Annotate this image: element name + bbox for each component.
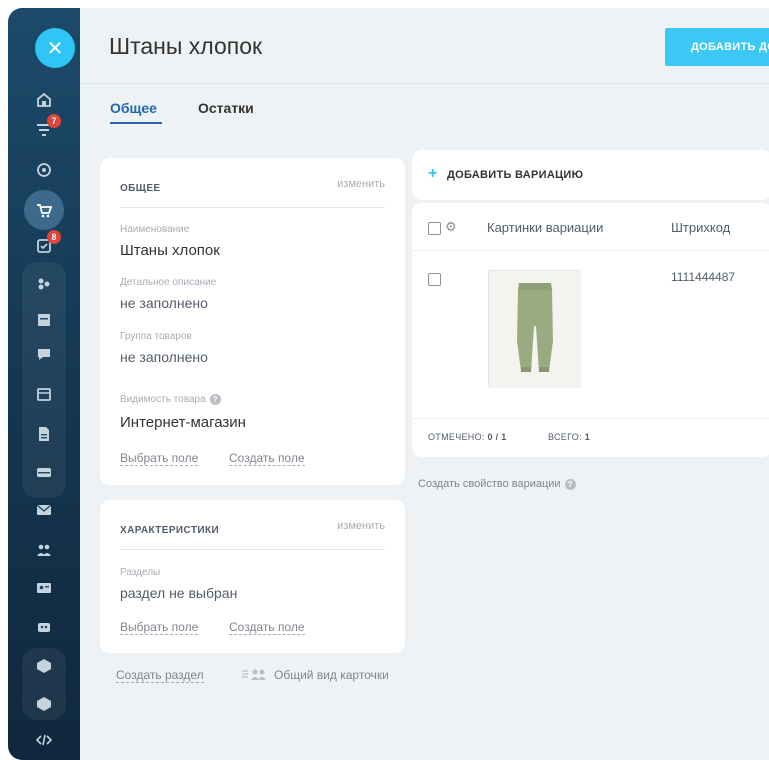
description-value: не заполнено [120, 295, 208, 311]
barcode-value: 1111444487 [671, 270, 736, 284]
tab-stock[interactable]: Остатки [198, 100, 254, 116]
row-checkbox[interactable] [428, 273, 441, 286]
target-icon[interactable] [26, 158, 62, 182]
tasks-badge: 8 [47, 230, 61, 244]
close-button[interactable]: ✕ [35, 28, 75, 68]
box-icon[interactable] [26, 654, 62, 678]
visibility-value: Интернет-магазин [120, 414, 246, 431]
mail-icon[interactable] [26, 498, 62, 522]
box-icon-2[interactable] [26, 692, 62, 716]
card-view-link[interactable]: Общий вид карточки [242, 668, 389, 682]
crm-icon[interactable] [26, 272, 62, 296]
employees-icon[interactable] [26, 538, 62, 562]
page-title: Штаны хлопок [109, 33, 263, 59]
chat-icon[interactable] [26, 342, 62, 366]
general-edit-link[interactable]: изменить [337, 178, 385, 190]
table-footer-divider [412, 418, 769, 419]
select-all-checkbox[interactable] [428, 222, 441, 235]
features-edit-link[interactable]: изменить [337, 520, 385, 532]
name-label: Наименование [120, 224, 190, 235]
robot-icon[interactable] [26, 614, 62, 638]
filter-badge: 7 [47, 114, 61, 128]
description-label: Детальное описание [120, 277, 217, 288]
add-variation-label: ДОБАВИТЬ ВАРИАЦИЮ [447, 169, 584, 181]
column-images: Картинки вариации [487, 220, 604, 235]
tab-general[interactable]: Общее [110, 100, 157, 116]
general-card: ОБЩЕЕ изменить Наименование Штаны хлопок… [100, 158, 405, 485]
home-icon[interactable] [26, 88, 62, 112]
page-header: Штаны хлопок ДОБАВИТЬ ДОВАР [80, 8, 769, 84]
features-card-header: ХАРАКТЕРИСТИКИ изменить [120, 520, 385, 550]
select-field-link-2[interactable]: Выбрать поле [120, 620, 199, 635]
checked-counter: ОТМЕЧЕНО: 0 / 1 [428, 432, 507, 442]
features-card: ХАРАКТЕРИСТИКИ изменить Разделы раздел н… [100, 500, 405, 653]
features-card-title: ХАРАКТЕРИСТИКИ [120, 525, 220, 536]
create-property-label: Создать свойство вариации [418, 478, 561, 490]
help-icon[interactable]: ? [209, 394, 221, 405]
calendar-icon[interactable] [26, 382, 62, 406]
visibility-label: Видимость товара? [120, 394, 221, 405]
general-card-title: ОБЩЕЕ [120, 183, 161, 194]
card-view-icon [242, 669, 266, 680]
create-field-link[interactable]: Создать поле [229, 451, 305, 466]
help-icon-2[interactable]: ? [564, 478, 576, 490]
product-group-label: Группа товаров [120, 331, 192, 342]
product-group-value: не заполнено [120, 349, 208, 365]
plus-icon: + [428, 165, 438, 182]
total-counter: ВСЕГО: 1 [548, 432, 591, 442]
card-view-label: Общий вид карточки [274, 668, 389, 682]
cart-icon[interactable] [26, 198, 62, 222]
document-icon[interactable] [26, 308, 62, 332]
general-card-header: ОБЩЕЕ изменить [120, 178, 385, 208]
select-field-link[interactable]: Выбрать поле [120, 451, 199, 466]
sections-value: раздел не выбран [120, 585, 238, 601]
create-section-link[interactable]: Создать раздел [116, 668, 204, 683]
variations-table: ⚙ Картинки вариации Штрихкод 1111444487 … [412, 203, 769, 457]
variation-image[interactable] [488, 270, 581, 388]
create-variation-property-link[interactable]: Создать свойство вариации? [418, 478, 576, 490]
sections-label: Разделы [120, 567, 161, 578]
add-variation-bar[interactable]: + ДОБАВИТЬ ВАРИАЦИЮ [412, 150, 769, 200]
file-icon[interactable] [26, 422, 62, 446]
drive-icon[interactable] [26, 460, 62, 484]
add-product-button[interactable]: ДОБАВИТЬ ДОВАР [665, 28, 769, 66]
contact-card-icon[interactable] [26, 576, 62, 600]
name-value: Штаны хлопок [120, 242, 220, 259]
code-icon[interactable] [26, 728, 62, 752]
column-barcode: Штрихкод [671, 220, 731, 235]
gear-icon[interactable]: ⚙ [445, 219, 457, 235]
table-header: ⚙ Картинки вариации Штрихкод [412, 203, 769, 251]
pants-image-icon [489, 271, 581, 388]
left-icon-rail: ✕ 7 8 [8, 8, 80, 760]
active-tab-indicator [110, 122, 162, 124]
create-field-link-2[interactable]: Создать поле [229, 620, 305, 635]
